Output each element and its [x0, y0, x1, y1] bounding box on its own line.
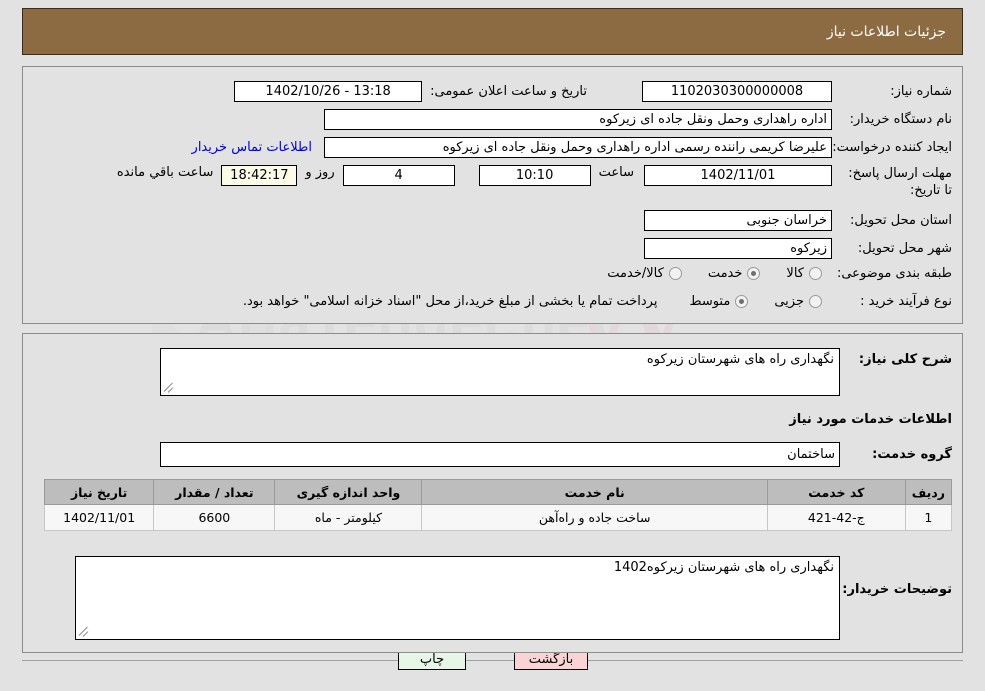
remaining-label: ساعت باقي مانده: [116, 165, 214, 180]
summary-value: نگهداری راه های شهرستان زیرکوه: [646, 352, 834, 367]
resize-grip-icon[interactable]: [163, 382, 174, 393]
process-label: نوع فرآیند خرید :: [860, 294, 952, 309]
cell-quantity: 6600: [153, 504, 276, 531]
buyer-org-label: نام دستگاه خریدار:: [849, 112, 952, 127]
process-note: پرداخت تمام یا بخشی از مبلغ خرید،از محل …: [242, 294, 658, 309]
radio-icon[interactable]: [809, 295, 822, 308]
category-label: طبقه بندی موضوعی:: [836, 266, 952, 281]
category-option-khedmat[interactable]: خدمت: [708, 266, 761, 281]
category-option-label: خدمت: [707, 266, 743, 281]
col-row-no: ردیف: [904, 479, 953, 505]
announce-datetime-field: 13:18 - 1402/10/26: [234, 81, 423, 102]
buyer-contact-link[interactable]: اطلاعات تماس خریدار: [192, 140, 312, 155]
process-option-label: متوسط: [689, 294, 731, 309]
radio-icon[interactable]: [735, 295, 749, 308]
service-group-field: ساختمان: [160, 442, 840, 467]
deadline-label: مهلت ارسال پاسخ: تا تاریخ:: [848, 166, 952, 198]
process-option-jozei[interactable]: جزیی: [774, 294, 822, 309]
category-option-kala[interactable]: کالا: [786, 266, 822, 281]
services-heading-row: اطلاعات خدمات مورد نیاز: [789, 412, 952, 427]
cell-service-name: ساخت جاده و راه‌آهن: [421, 504, 768, 531]
city-field: زیرکوه: [644, 238, 832, 259]
requester-row: ایجاد کننده درخواست: علیرضا کریمی راننده…: [192, 137, 952, 158]
city-label: شهر محل تحویل:: [857, 241, 952, 256]
radio-icon[interactable]: [809, 267, 822, 280]
col-unit: واحد اندازه گیری: [274, 479, 423, 505]
col-need-date: تاریخ نیاز: [43, 479, 155, 505]
buyer-notes-row: توضیحات خریدار: نگهداری راه های شهرستان …: [75, 556, 952, 640]
radio-icon[interactable]: [747, 267, 761, 280]
countdown-field: 18:42:17: [221, 165, 298, 186]
category-option-kala-khedmat[interactable]: کالا/خدمت: [607, 266, 682, 281]
deadline-row: مهلت ارسال پاسخ: تا تاریخ: 1402/11/01 سا…: [117, 165, 952, 199]
deadline-time-field: 10:10: [478, 165, 591, 186]
cell-unit: کیلومتر - ماه: [274, 504, 423, 531]
province-row: استان محل تحویل: خراسان جنوبی: [644, 210, 952, 231]
radio-icon[interactable]: [668, 267, 682, 280]
buyer-notes-value: نگهداری راه های شهرستان زیرکوه1402: [613, 560, 834, 575]
category-radio-group[interactable]: کالا خدمت کالا/خدمت: [581, 266, 822, 281]
services-table: ردیف کد خدمت نام خدمت واحد اندازه گیری ت…: [43, 479, 953, 531]
col-service-name: نام خدمت: [421, 479, 768, 505]
col-service-code: کد خدمت: [766, 479, 906, 505]
category-row: طبقه بندی موضوعی: کالا خدمت کالا/خدمت: [581, 266, 952, 281]
announce-label: تاریخ و ساعت اعلان عمومی:: [430, 84, 587, 99]
footer-divider: [22, 660, 963, 661]
page-root: W AriaTender.net جزئیات اطلاعات نیاز شما…: [0, 0, 985, 691]
announce-row: تاریخ و ساعت اعلان عمومی: 13:18 - 1402/1…: [234, 81, 587, 102]
cell-service-code: ج-42-421: [766, 504, 906, 531]
resize-grip-icon[interactable]: [78, 626, 89, 637]
city-row: شهر محل تحویل: زیرکوه: [644, 238, 952, 259]
summary-label: شرح کلی نیاز:: [858, 352, 952, 367]
service-group-row: گروه خدمت: ساختمان: [160, 442, 952, 467]
remaining-days-field: 4: [342, 165, 455, 186]
province-field: خراسان جنوبی: [644, 210, 832, 231]
service-group-label: گروه خدمت:: [872, 447, 952, 462]
buyer-org-field: اداره راهداری وحمل ونقل جاده ای زیرکوه: [324, 109, 832, 130]
table-header-row: ردیف کد خدمت نام خدمت واحد اندازه گیری ت…: [43, 479, 953, 505]
requester-label: ایجاد کننده درخواست:: [832, 140, 952, 155]
col-quantity: تعداد / مقدار: [153, 479, 276, 505]
summary-textarea[interactable]: نگهداری راه های شهرستان زیرکوه: [160, 348, 840, 396]
days-label: روز و: [305, 165, 335, 180]
province-label: استان محل تحویل:: [850, 213, 952, 228]
category-option-label: کالا: [786, 266, 804, 281]
buyer-notes-textarea[interactable]: نگهداری راه های شهرستان زیرکوه1402: [75, 556, 840, 640]
process-radio-group[interactable]: جزیی متوسط: [663, 294, 822, 309]
need-info-panel: شماره نیاز: 1102030300000008 تاریخ و ساع…: [22, 66, 963, 324]
category-option-label: کالا/خدمت: [607, 266, 664, 281]
need-number-label: شماره نیاز:: [890, 84, 952, 99]
need-number-row: شماره نیاز: 1102030300000008: [642, 81, 952, 102]
cell-row-no: 1: [904, 504, 953, 531]
table-row: 1 ج-42-421 ساخت جاده و راه‌آهن کیلومتر -…: [43, 504, 953, 531]
services-heading: اطلاعات خدمات مورد نیاز: [789, 412, 952, 427]
hour-label: ساعت: [598, 165, 634, 180]
summary-row: شرح کلی نیاز: نگهداری راه های شهرستان زی…: [160, 348, 952, 396]
cell-need-date: 1402/11/01: [43, 504, 155, 531]
buyer-notes-label: توضیحات خریدار:: [842, 582, 952, 597]
process-row: نوع فرآیند خرید : جزیی متوسط پرداخت تمام…: [243, 294, 952, 309]
process-option-label: جزیی: [774, 294, 804, 309]
page-title-bar: جزئیات اطلاعات نیاز: [22, 8, 963, 55]
page-title: جزئیات اطلاعات نیاز: [826, 23, 946, 40]
requester-field: علیرضا کریمی راننده رسمی اداره راهداری و…: [324, 137, 832, 158]
need-number-field: 1102030300000008: [642, 81, 832, 102]
buyer-org-row: نام دستگاه خریدار: اداره راهداری وحمل ون…: [324, 109, 952, 130]
need-details-panel: شرح کلی نیاز: نگهداری راه های شهرستان زی…: [22, 333, 963, 653]
deadline-date-field: 1402/11/01: [644, 165, 832, 186]
process-option-motavaset[interactable]: متوسط: [689, 294, 749, 309]
